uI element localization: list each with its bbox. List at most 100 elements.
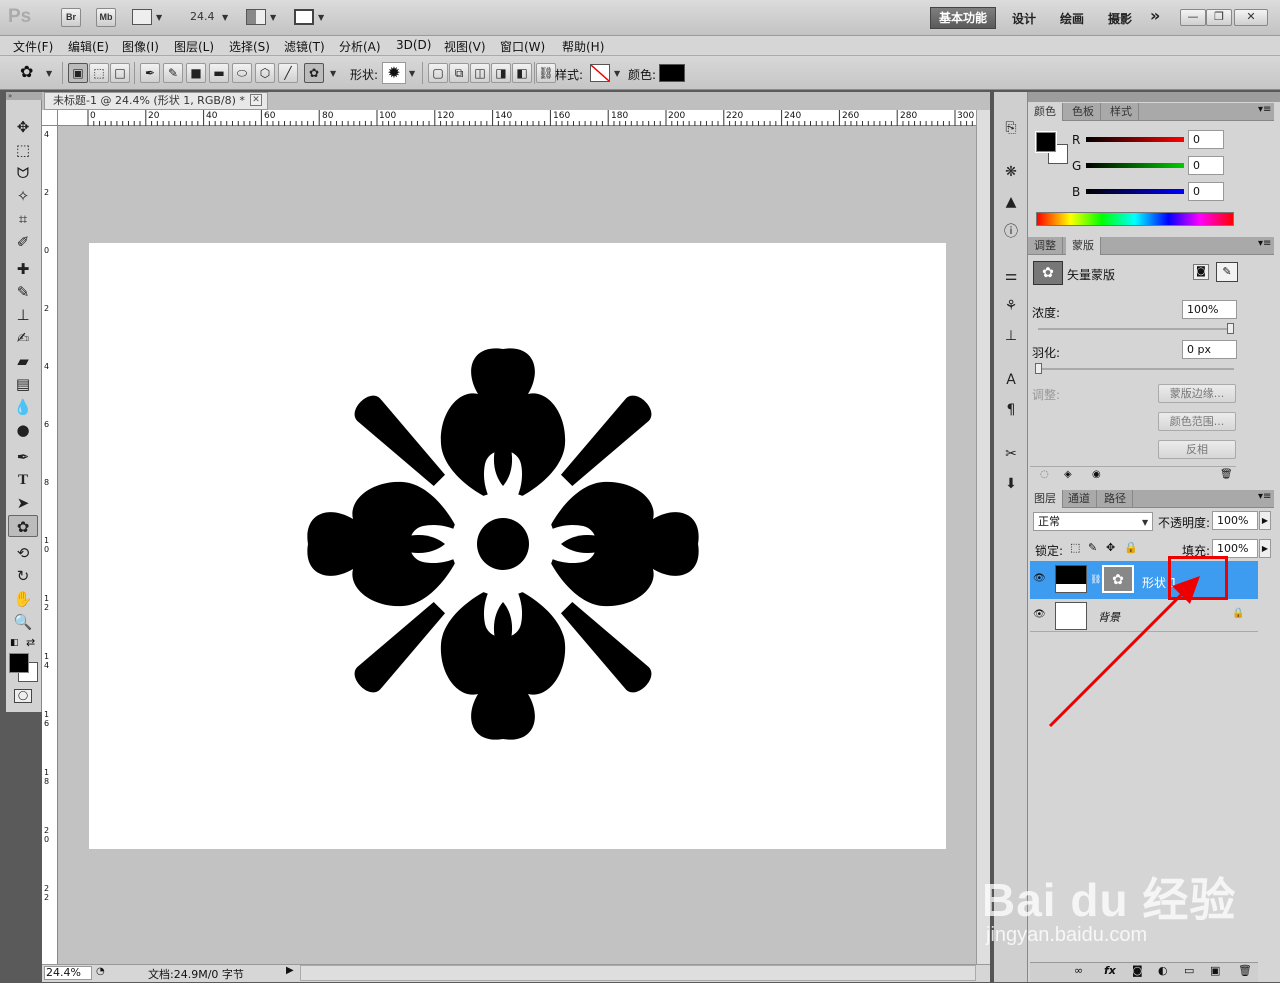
path-selection-icon[interactable]: ➤ bbox=[8, 492, 38, 514]
tab-masks[interactable]: 蒙版 bbox=[1066, 237, 1101, 255]
link-layers-icon[interactable]: ∞ bbox=[1074, 964, 1083, 977]
minimize-button[interactable]: — bbox=[1180, 9, 1206, 26]
opacity-arrow-icon[interactable]: ▶ bbox=[1259, 511, 1271, 530]
move-tool-icon[interactable]: ✥ bbox=[8, 116, 38, 138]
zoom-level[interactable]: 24.4 bbox=[190, 10, 215, 23]
default-colors-icon[interactable]: ◧ bbox=[10, 638, 19, 648]
chevron-down-icon[interactable]: ▼ bbox=[156, 13, 162, 22]
link-style-icon[interactable]: ⛓ bbox=[536, 63, 556, 83]
ruler-origin[interactable] bbox=[42, 110, 58, 126]
menu-edit[interactable]: 编辑(E) bbox=[68, 38, 109, 55]
rectangle-tool-button[interactable]: ■ bbox=[186, 63, 206, 83]
gradient-tool-icon[interactable]: ▤ bbox=[8, 373, 38, 395]
foreground-color-swatch[interactable] bbox=[9, 653, 29, 673]
ellipse-tool-button[interactable]: ⬭ bbox=[232, 63, 252, 83]
toolbox-collapse-icon[interactable]: » bbox=[6, 92, 42, 100]
color-range-button[interactable]: 颜色范围... bbox=[1158, 412, 1236, 431]
delete-layer-icon[interactable]: 🗑 bbox=[1238, 964, 1252, 977]
apply-mask-icon[interactable]: ◈ bbox=[1064, 469, 1072, 480]
history-brush-icon[interactable]: ✍ bbox=[8, 327, 38, 349]
status-zoom-field[interactable]: 24.4% bbox=[44, 966, 92, 980]
exclude-overlap-button[interactable]: ◧ bbox=[512, 63, 532, 83]
histogram-panel-icon[interactable]: ▲ bbox=[998, 190, 1024, 214]
chevron-down-icon[interactable]: ▼ bbox=[222, 13, 228, 22]
bridge-button[interactable]: Br bbox=[61, 8, 81, 27]
menu-window[interactable]: 窗口(W) bbox=[500, 38, 545, 55]
panel-menu-icon[interactable]: ▾≡ bbox=[1258, 238, 1271, 249]
menu-select[interactable]: 选择(S) bbox=[229, 38, 270, 55]
trash-icon[interactable]: 🗑 bbox=[1220, 469, 1233, 480]
add-mask-icon[interactable]: ◙ bbox=[1132, 964, 1143, 977]
paths-mode-button[interactable]: ⬚ bbox=[89, 63, 109, 83]
lock-pixels-icon[interactable]: ✎ bbox=[1088, 541, 1097, 554]
flower-shape[interactable] bbox=[89, 243, 946, 849]
density-slider[interactable] bbox=[1038, 328, 1234, 330]
status-menu-arrow-icon[interactable]: ▶ bbox=[286, 965, 294, 976]
fill-arrow-icon[interactable]: ▶ bbox=[1259, 539, 1271, 558]
document-canvas[interactable] bbox=[89, 243, 946, 849]
dodge-tool-icon[interactable]: ● bbox=[8, 419, 38, 441]
pen-tool-button[interactable]: ✒ bbox=[140, 63, 160, 83]
type-tool-icon[interactable]: T bbox=[8, 469, 38, 491]
brush-presets-icon[interactable]: ⚘ bbox=[998, 294, 1024, 318]
chevron-down-icon[interactable]: ▼ bbox=[318, 13, 324, 22]
close-button[interactable]: ✕ bbox=[1234, 9, 1268, 26]
crop-tool-icon[interactable]: ⌗ bbox=[8, 208, 38, 230]
more-workspaces-icon[interactable]: » bbox=[1150, 6, 1160, 25]
document-tab[interactable]: 未标题-1 @ 24.4% (形状 1, RGB/8) * bbox=[44, 92, 268, 110]
tab-styles[interactable]: 样式 bbox=[1104, 103, 1139, 121]
rounded-rectangle-button[interactable]: ▬ bbox=[209, 63, 229, 83]
3d-rotate-icon[interactable]: ⟲ bbox=[8, 542, 38, 564]
intersect-shape-button[interactable]: ◨ bbox=[491, 63, 511, 83]
chevron-down-icon[interactable]: ▼ bbox=[270, 13, 276, 22]
feather-slider[interactable] bbox=[1038, 368, 1234, 370]
workspace-photography[interactable]: 摄影 bbox=[1108, 10, 1132, 27]
blue-input[interactable]: 0 bbox=[1188, 182, 1224, 201]
invert-button[interactable]: 反相 bbox=[1158, 440, 1236, 459]
eyedropper-tool-icon[interactable]: ✐ bbox=[8, 231, 38, 253]
chevron-down-icon[interactable]: ▼ bbox=[614, 69, 620, 78]
chevron-down-icon[interactable]: ▼ bbox=[409, 69, 415, 78]
shape-picker-icon[interactable]: ✹ bbox=[382, 62, 406, 84]
chevron-down-icon[interactable]: ▼ bbox=[330, 69, 336, 78]
add-shape-area-button[interactable]: ⧉ bbox=[449, 63, 469, 83]
brush-tool-icon[interactable]: ✎ bbox=[8, 281, 38, 303]
panel-menu-icon[interactable]: ▾≡ bbox=[1258, 104, 1271, 115]
adjustment-layer-icon[interactable]: ◐ bbox=[1158, 964, 1168, 977]
tab-adjustments[interactable]: 调整 bbox=[1028, 237, 1063, 255]
menu-layer[interactable]: 图层(L) bbox=[174, 38, 214, 55]
menu-filter[interactable]: 滤镜(T) bbox=[284, 38, 325, 55]
lasso-tool-icon[interactable]: ᗢ bbox=[8, 162, 38, 184]
ruler-horizontal[interactable]: 0 20 40 60 80 100 120 140 160 180 200 22… bbox=[58, 110, 976, 126]
close-icon[interactable]: ✕ bbox=[250, 94, 262, 106]
eye-icon[interactable]: ◉ bbox=[1092, 469, 1101, 480]
menu-view[interactable]: 视图(V) bbox=[444, 38, 486, 55]
zoom-tool-icon[interactable]: 🔍 bbox=[8, 611, 38, 633]
tab-swatches[interactable]: 色板 bbox=[1066, 103, 1101, 121]
layers-3d-icon[interactable]: ⬇ bbox=[998, 472, 1024, 496]
shape-color-swatch[interactable] bbox=[659, 64, 685, 82]
menu-3d[interactable]: 3D(D) bbox=[396, 38, 431, 52]
blend-mode-select[interactable]: 正常 bbox=[1033, 512, 1153, 531]
menu-help[interactable]: 帮助(H) bbox=[562, 38, 604, 55]
new-group-icon[interactable]: ▭ bbox=[1184, 964, 1194, 977]
pixel-mask-icon[interactable]: ◙ bbox=[1193, 264, 1209, 280]
polygon-tool-button[interactable]: ⬡ bbox=[255, 63, 275, 83]
character-panel-icon[interactable]: A bbox=[998, 368, 1024, 392]
screen-mode-icon[interactable] bbox=[294, 9, 314, 25]
view-extras-icon[interactable] bbox=[132, 9, 152, 25]
freeform-pen-button[interactable]: ✎ bbox=[163, 63, 183, 83]
lock-transparency-icon[interactable]: ⬚ bbox=[1070, 541, 1080, 554]
navigator-panel-icon[interactable]: ❋ bbox=[998, 160, 1024, 184]
brushes-panel-icon[interactable]: ⚌ bbox=[998, 264, 1024, 288]
custom-shape-tool-icon[interactable]: ✿ bbox=[8, 515, 38, 537]
tool-preset-icon[interactable]: ✿ bbox=[20, 62, 33, 81]
clone-source-icon[interactable]: ⊥ bbox=[998, 324, 1024, 348]
red-slider[interactable] bbox=[1086, 137, 1184, 142]
history-panel-icon[interactable]: ⎘ bbox=[998, 116, 1024, 140]
arrange-documents-icon[interactable] bbox=[246, 9, 266, 25]
color-spectrum-bar[interactable] bbox=[1036, 212, 1234, 226]
workspace-painting[interactable]: 绘画 bbox=[1060, 10, 1084, 27]
tools-3d-icon[interactable]: ✂ bbox=[998, 442, 1024, 466]
color-fg-swatch[interactable] bbox=[1035, 131, 1057, 153]
